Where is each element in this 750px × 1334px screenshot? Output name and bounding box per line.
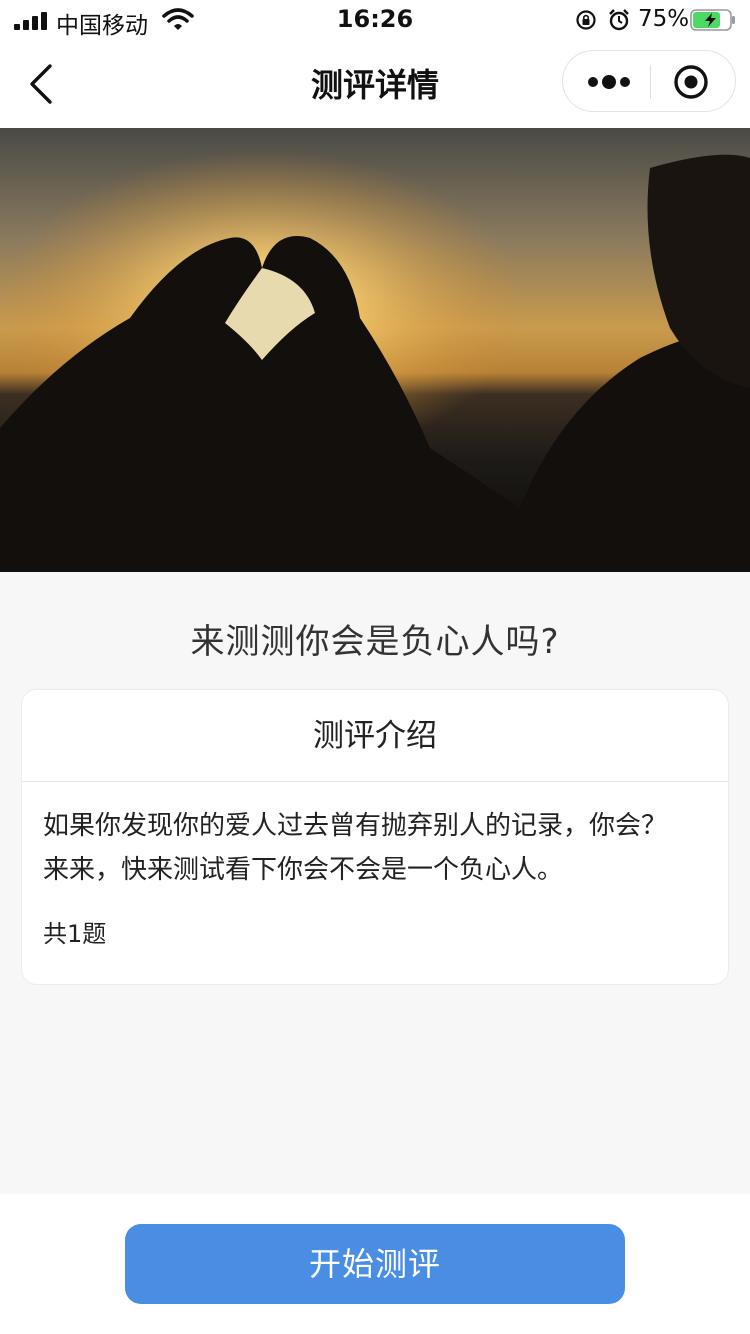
mini-program-capsule: [562, 50, 736, 112]
banner-image: [0, 128, 750, 572]
page: 中国移动 16:26 75% 测评详情 来测测你会是负心人吗? 测评介绍 如果你…: [0, 0, 750, 1334]
hands-heart-sunset-photo: [0, 128, 750, 572]
intro-description: 如果你发现你的爱人过去曾有抛弃别人的记录，你会？来来，快来测试看下你会不会是一个…: [43, 811, 668, 885]
intro-card: 测评介绍 如果你发现你的爱人过去曾有抛弃别人的记录，你会？来来，快来测试看下你会…: [21, 689, 729, 985]
intro-header: 测评介绍: [22, 690, 728, 782]
quiz-title: 来测测你会是负心人吗?: [190, 622, 560, 662]
battery-icon: [690, 9, 735, 31]
bottom-action-area: 开始测评: [0, 1194, 750, 1334]
close-target-icon[interactable]: [673, 64, 709, 100]
status-bar: 中国移动 16:26 75%: [0, 0, 750, 40]
rotation-lock-icon: [576, 10, 596, 30]
battery-percent: 75%: [638, 6, 690, 32]
question-count: 共1题: [43, 920, 107, 948]
navigation-bar: 测评详情: [0, 40, 750, 128]
more-icon[interactable]: [585, 67, 633, 97]
capsule-divider: [650, 65, 651, 99]
start-quiz-button[interactable]: 开始测评: [125, 1224, 625, 1304]
alarm-icon: [609, 9, 629, 31]
